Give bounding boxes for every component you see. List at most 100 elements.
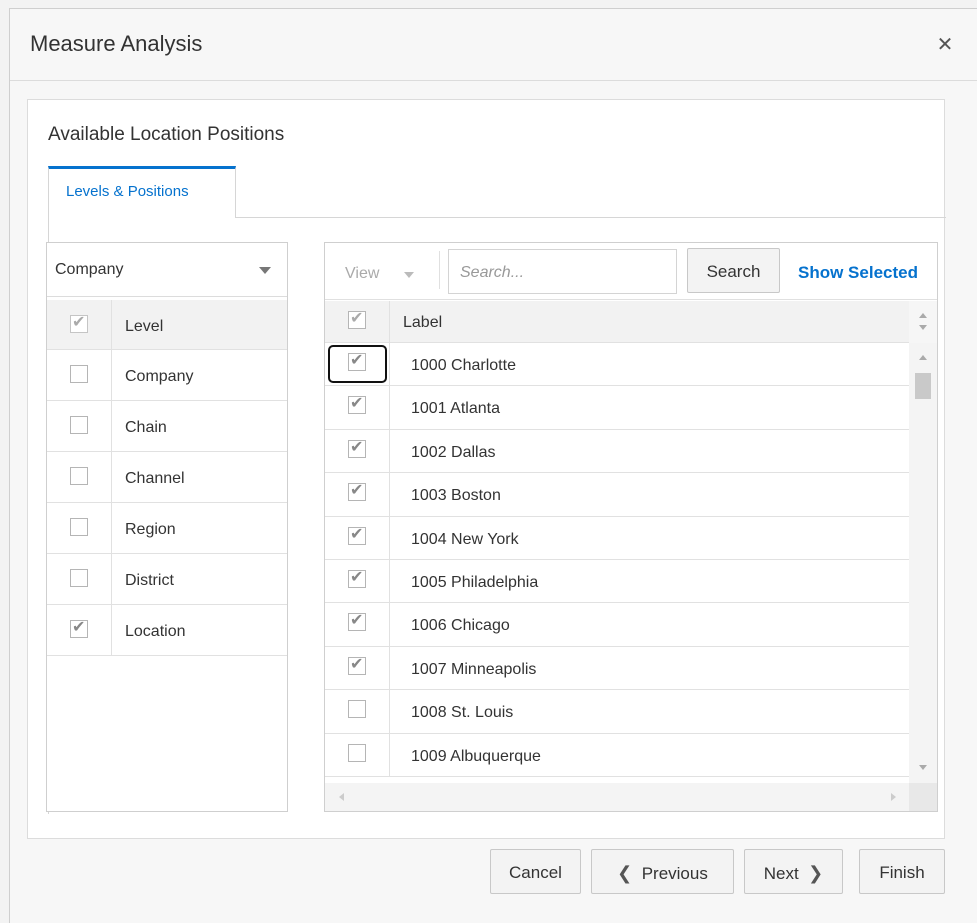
position-label: 1006 Chicago [411,617,510,635]
position-label: 1002 Dallas [411,443,496,461]
header-scroll-area [909,301,937,343]
search-button[interactable]: Search [687,248,780,293]
dialog-titlebar: Measure Analysis ✕ [10,9,977,81]
level-label: Region [125,521,176,538]
scroll-left-icon[interactable] [339,793,344,801]
next-button-label: Next [763,864,799,883]
position-row[interactable]: 1009 Albuquerque [325,733,909,777]
scroll-right-icon[interactable] [891,793,896,801]
positions-toolbar: View Search... Search Show Selected [325,243,937,300]
level-label: Location [125,623,186,640]
scroll-down-icon[interactable] [919,325,927,330]
checkmark-icon: ✔ [350,352,364,369]
chevron-down-icon [259,267,271,274]
level-checkbox[interactable]: ✔ [70,619,88,638]
level-row[interactable]: Region [47,503,287,554]
position-label: 1004 New York [411,530,519,548]
position-row[interactable]: ✔ 1006 Chicago [325,603,909,647]
position-row[interactable]: ✔ 1004 New York [325,516,909,560]
scroll-up-icon[interactable] [919,313,927,318]
position-checkbox[interactable] [348,700,366,719]
level-checkbox[interactable] [70,416,88,434]
scroll-up-icon[interactable] [919,355,927,360]
position-row[interactable]: ✔ 1005 Philadelphia [325,559,909,604]
finish-button[interactable]: Finish [859,849,945,894]
level-column-header: Level [125,318,164,335]
checkmark-icon: ✔ [350,612,364,630]
level-label: District [125,572,174,589]
level-row[interactable]: ✔ Location [47,605,287,656]
next-button[interactable]: Next ❯ [744,849,843,894]
finish-button-label: Finish [879,863,925,882]
search-input[interactable]: Search... [448,249,677,294]
dialog-content: Available Location Positions Levels & Po… [27,99,946,839]
horizontal-scrollbar[interactable] [325,783,909,811]
view-menu[interactable]: View [345,265,379,283]
position-row[interactable]: ✔ 1003 Boston [325,473,909,517]
level-row[interactable]: Channel [47,452,287,503]
label-column-header: Label [403,314,443,331]
dialog-title: Measure Analysis [30,31,203,56]
show-selected-link[interactable]: Show Selected [798,263,918,283]
checkmark-icon: ✔ [350,395,364,413]
level-checkbox[interactable] [70,467,88,485]
level-label: Channel [125,470,185,487]
level-label: Company [125,368,194,385]
positions-pane: View Search... Search Show Selected ✔ La… [324,242,938,812]
position-checkbox[interactable]: ✔ [348,525,366,545]
checkmark-icon: ✔ [72,619,86,636]
positions-table: ✔ Label ✔ 1000 Charlotte ✔ 1001 Atlanta ✔ 100… [325,301,909,777]
position-label: 1000 Charlotte [411,357,516,374]
checkmark-icon: ✔ [350,525,364,543]
level-dropdown-value: Company [55,261,124,278]
position-row[interactable]: ✔ 1001 Atlanta [325,386,909,430]
section-title: Available Location Positions [48,124,285,145]
level-checkbox[interactable] [70,365,88,383]
previous-button[interactable]: ❮ Previous [591,849,734,894]
position-row[interactable]: ✔ 1000 Charlotte [325,343,909,387]
position-row[interactable]: ✔ 1002 Dallas [325,429,909,474]
checkmark-icon: ✔ [350,438,364,456]
position-row[interactable]: ✔ 1007 Minneapolis [325,646,909,691]
select-all-positions-checkbox[interactable]: ✔ [348,310,366,329]
position-checkbox[interactable]: ✔ [348,655,366,675]
vertical-scroll-thumb[interactable] [915,373,931,399]
scrollbar-corner [909,783,937,811]
close-icon[interactable]: ✕ [935,35,955,55]
level-checkbox[interactable] [70,518,88,536]
position-checkbox[interactable] [348,743,366,762]
level-checkbox[interactable] [70,569,88,587]
position-checkbox[interactable]: ✔ [348,395,366,415]
position-checkbox[interactable]: ✔ [348,482,366,502]
position-label: 1005 Philadelphia [411,573,539,591]
level-dropdown[interactable]: Company [47,243,287,297]
position-label: 1003 Boston [411,487,501,505]
cancel-button[interactable]: Cancel [490,849,581,894]
tab-levels-positions[interactable]: Levels & Positions [48,166,236,218]
vertical-scrollbar[interactable] [909,343,937,783]
measure-analysis-dialog: Measure Analysis ✕ Available Location Po… [9,8,977,923]
position-checkbox[interactable]: ✔ [348,612,366,632]
select-all-levels-checkbox[interactable]: ✔ [70,314,88,333]
positions-table-header: ✔ Label [325,301,909,343]
checkmark-icon: ✔ [72,314,86,331]
level-row[interactable]: Company [47,350,287,401]
position-row[interactable]: 1008 St. Louis [325,690,909,734]
position-checkbox[interactable]: ✔ [348,352,366,371]
level-row[interactable]: District [47,554,287,605]
chevron-down-icon [404,272,414,278]
position-checkbox[interactable]: ✔ [348,568,366,588]
scroll-down-icon[interactable] [919,765,927,770]
level-table: ✔ Level Company Chain Channel Region Distric… [47,300,287,656]
position-checkbox[interactable]: ✔ [348,438,366,458]
position-label: 1009 Albuquerque [411,747,541,765]
level-table-header: ✔ Level [47,300,287,350]
checkmark-icon: ✔ [350,568,364,586]
chevron-right-icon: ❯ [808,863,824,883]
chevron-left-icon: ❮ [617,863,633,883]
position-label: 1007 Minneapolis [411,660,537,678]
checkmark-icon: ✔ [350,655,364,673]
cancel-button-label: Cancel [509,863,562,882]
level-row[interactable]: Chain [47,401,287,452]
level-label: Chain [125,419,167,436]
